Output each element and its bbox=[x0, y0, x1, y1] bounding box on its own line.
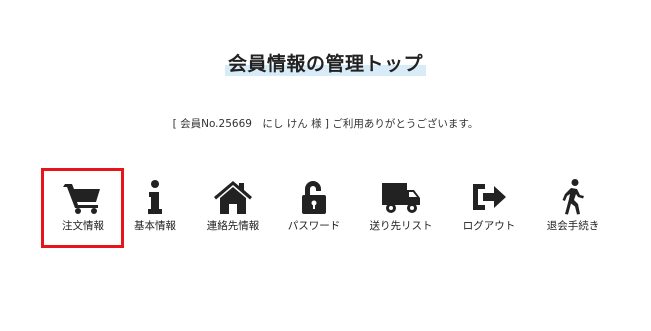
walking-icon bbox=[553, 178, 593, 216]
cart-icon bbox=[63, 178, 103, 216]
menu-item-label: 注文情報 bbox=[62, 220, 104, 232]
menu-item-label: 基本情報 bbox=[134, 220, 176, 232]
member-greeting: [ 会員No.25669 にし けん 様 ] ご利用ありがとうございます。 bbox=[0, 116, 651, 131]
member-menu: 注文情報 基本情報 連絡先情報 パスワード 送り先リスト ログアウト 退会手続き bbox=[0, 178, 651, 238]
menu-item-order-history[interactable]: 注文情報 bbox=[43, 178, 123, 238]
page-title: 会員情報の管理トップ bbox=[0, 40, 651, 78]
menu-item-shipping-list[interactable]: 送り先リスト bbox=[361, 178, 441, 238]
menu-item-logout[interactable]: ログアウト bbox=[449, 178, 529, 238]
page-title-text: 会員情報の管理トップ bbox=[224, 52, 426, 76]
home-icon bbox=[213, 178, 253, 216]
menu-item-label: ログアウト bbox=[462, 220, 516, 232]
member-greeting-text: [ 会員No.25669 にし けん 様 ] ご利用ありがとうございます。 bbox=[172, 118, 479, 130]
menu-item-withdraw[interactable]: 退会手続き bbox=[533, 178, 613, 238]
menu-item-label: 連絡先情報 bbox=[206, 220, 260, 232]
menu-item-password[interactable]: パスワード bbox=[274, 178, 354, 238]
menu-item-label: 退会手続き bbox=[546, 220, 600, 232]
sign-out-icon bbox=[469, 178, 509, 216]
info-icon bbox=[135, 178, 175, 216]
truck-icon bbox=[381, 178, 421, 216]
menu-item-basic-info[interactable]: 基本情報 bbox=[115, 178, 195, 238]
menu-item-contact-info[interactable]: 連絡先情報 bbox=[193, 178, 273, 238]
menu-item-label: パスワード bbox=[287, 220, 341, 232]
menu-item-label: 送り先リスト bbox=[369, 220, 433, 232]
unlock-icon bbox=[294, 178, 334, 216]
